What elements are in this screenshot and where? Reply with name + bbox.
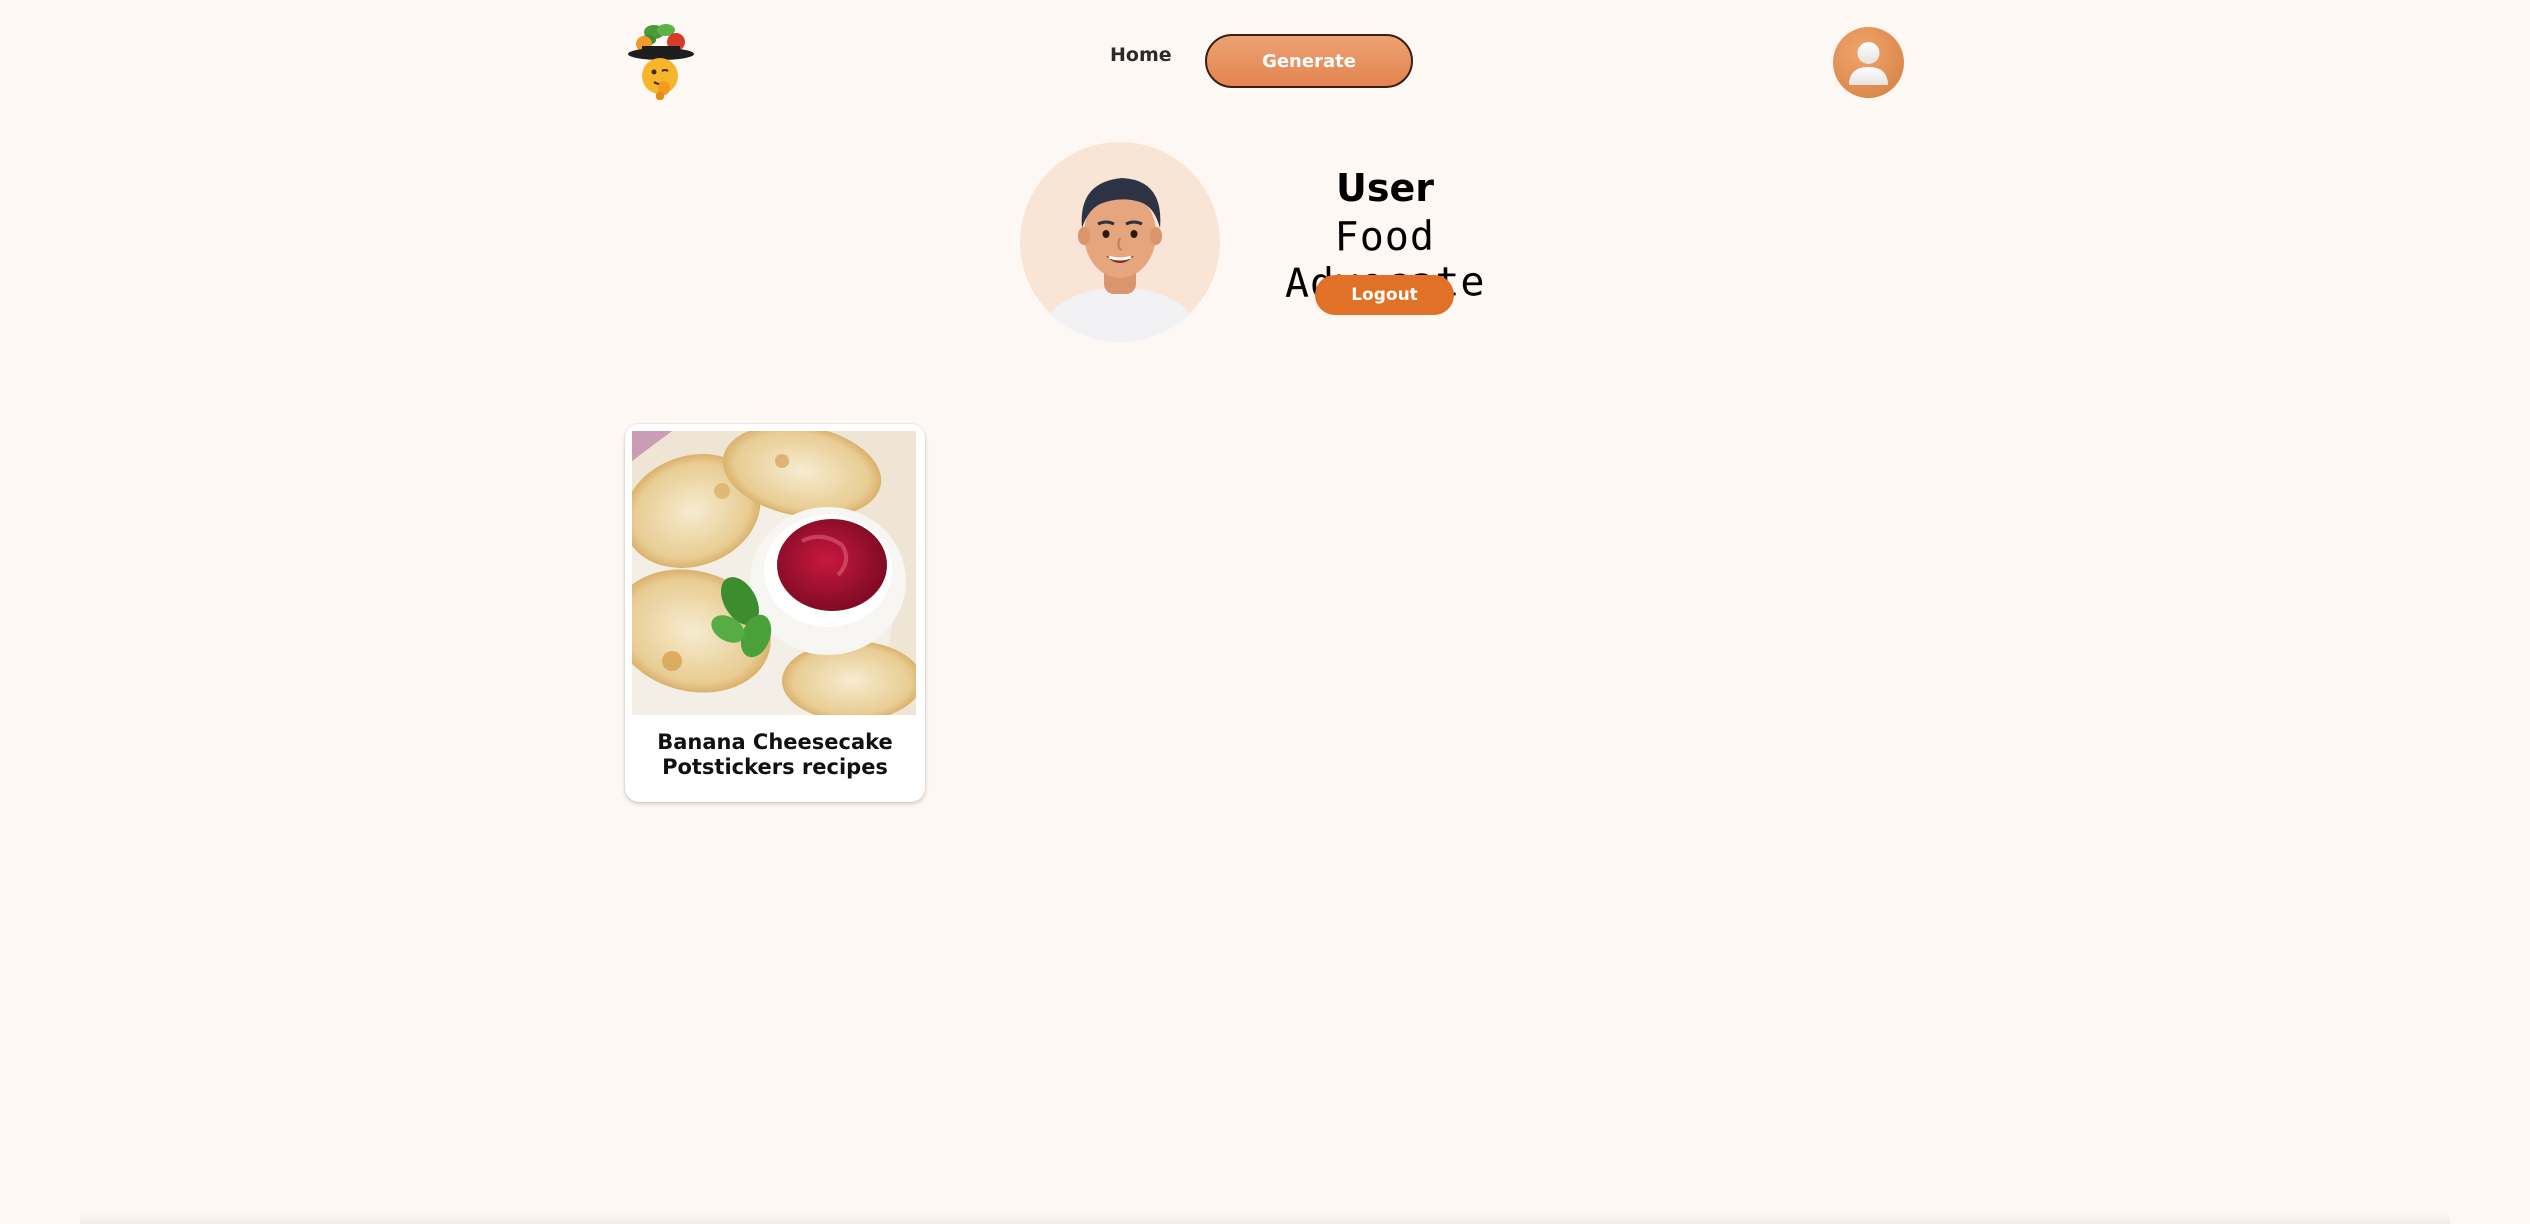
generate-button[interactable]: Generate [1205,34,1413,88]
profile-page: Home Generate User Food Logout Banana Ch… [0,0,2530,1224]
nav-home-link[interactable]: Home [1110,44,1172,66]
footer-divider [80,1212,2450,1224]
recipe-title: Banana Cheesecake Potstickers recipes [657,730,893,779]
logout-button[interactable]: Logout [1315,275,1454,315]
recipe-card[interactable]: Banana Cheesecake Potstickers recipes [625,424,925,802]
user-avatar-icon[interactable] [1833,27,1904,98]
recipe-image [632,431,916,715]
profile-name: User [1336,166,1434,210]
profile-avatar [1020,142,1220,342]
logo-icon[interactable] [624,20,698,102]
